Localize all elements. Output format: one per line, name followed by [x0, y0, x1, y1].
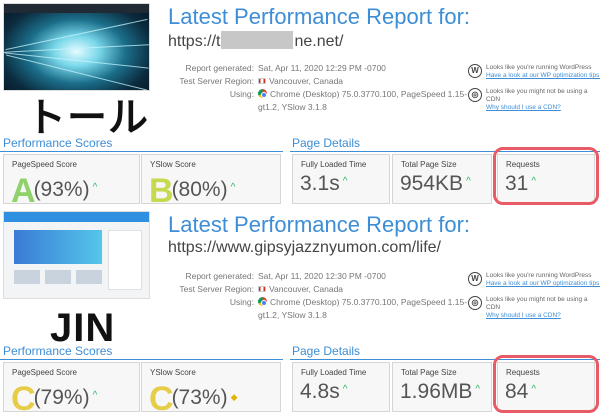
- divider: [0, 151, 283, 152]
- trend-up-icon: ^: [342, 176, 348, 187]
- report-url[interactable]: https://t ne.net/: [168, 31, 343, 51]
- wp-tips-link[interactable]: Have a look at our WP optimization tips …: [486, 72, 600, 80]
- yslow-grade: B: [149, 172, 174, 210]
- wp-tips-link[interactable]: Have a look at our WP optimization tips …: [486, 280, 600, 288]
- using-value: Chrome (Desktop) 75.0.3770.100, PageSpee…: [258, 89, 468, 112]
- report-generated-value: Sat, Apr 11, 2020 12:29 PM -0700: [258, 63, 386, 73]
- yslow-score-box: YSlow Score B(80%) ^: [141, 154, 281, 210]
- cdn-globe-icon: ◎: [468, 88, 482, 102]
- pagespeed-score-box: PageSpeed Score C(79%) ^: [3, 362, 140, 416]
- trend-up-icon: ^: [92, 182, 98, 193]
- theme-caption: JIN: [50, 306, 116, 350]
- report-meta: Report generated: Sat, Apr 11, 2020 12:30…: [160, 270, 470, 322]
- wordpress-icon: W: [468, 272, 482, 286]
- report-jin: JIN Latest Performance Report for: https…: [0, 208, 600, 416]
- trend-up-icon: ^: [475, 384, 481, 395]
- cdn-link[interactable]: Why should I use a CDN?: [486, 312, 598, 320]
- pagespeed-score-box: PageSpeed Score A(93%) ^: [3, 154, 140, 210]
- requests-highlight: [493, 355, 599, 413]
- trend-up-icon: ^: [466, 176, 471, 187]
- report-toll: トール Latest Performance Report for: https…: [0, 0, 600, 210]
- using-value: Chrome (Desktop) 75.0.3770.100, PageSpee…: [258, 297, 468, 320]
- wordpress-icon: W: [468, 64, 482, 78]
- page-details-title: Page Details: [292, 136, 361, 150]
- fully-loaded-box: Fully Loaded Time 3.1s ^: [292, 154, 390, 204]
- site-thumbnail[interactable]: [3, 211, 150, 299]
- divider: [0, 359, 283, 360]
- cdn-link[interactable]: Why should I use a CDN?: [486, 104, 598, 112]
- yslow-score-box: YSlow Score C(73%) ◆: [141, 362, 281, 416]
- cdn-globe-icon: ◎: [468, 296, 482, 310]
- performance-scores-title: Performance Scores: [3, 136, 113, 150]
- performance-scores-title: Performance Scores: [3, 344, 113, 358]
- page-size-box: Total Page Size 1.96MB ^: [392, 362, 492, 412]
- chrome-icon: [258, 89, 267, 98]
- trend-up-icon: ^: [230, 182, 236, 193]
- report-meta: Report generated: Sat, Apr 11, 2020 12:29…: [160, 62, 470, 114]
- canada-flag-icon: [258, 78, 266, 84]
- canada-flag-icon: [258, 286, 266, 292]
- trend-up-icon: ^: [92, 390, 98, 401]
- requests-highlight: [493, 147, 599, 205]
- report-generated-value: Sat, Apr 11, 2020 12:30 PM -0700: [258, 271, 386, 281]
- page-size-box: Total Page Size 954KB ^: [392, 154, 492, 204]
- site-thumbnail[interactable]: [3, 3, 150, 91]
- fully-loaded-box: Fully Loaded Time 4.8s ^: [292, 362, 390, 412]
- pagespeed-grade: A: [11, 172, 36, 210]
- pagespeed-grade: C: [11, 380, 36, 416]
- report-title: Latest Performance Report for:: [168, 4, 471, 29]
- report-url[interactable]: https://www.gipsyjazznyumon.com/life/: [168, 239, 441, 257]
- server-region-value: Vancouver, Canada: [258, 283, 470, 296]
- redacted-block: [221, 31, 294, 49]
- trend-up-icon: ^: [342, 384, 348, 395]
- report-title: Latest Performance Report for:: [168, 212, 471, 237]
- server-region-value: Vancouver, Canada: [258, 75, 470, 88]
- page-details-title: Page Details: [292, 344, 361, 358]
- yslow-grade: C: [149, 380, 174, 416]
- trend-flat-icon: ◆: [230, 392, 238, 402]
- chrome-icon: [258, 297, 267, 306]
- theme-caption: トール: [26, 96, 149, 140]
